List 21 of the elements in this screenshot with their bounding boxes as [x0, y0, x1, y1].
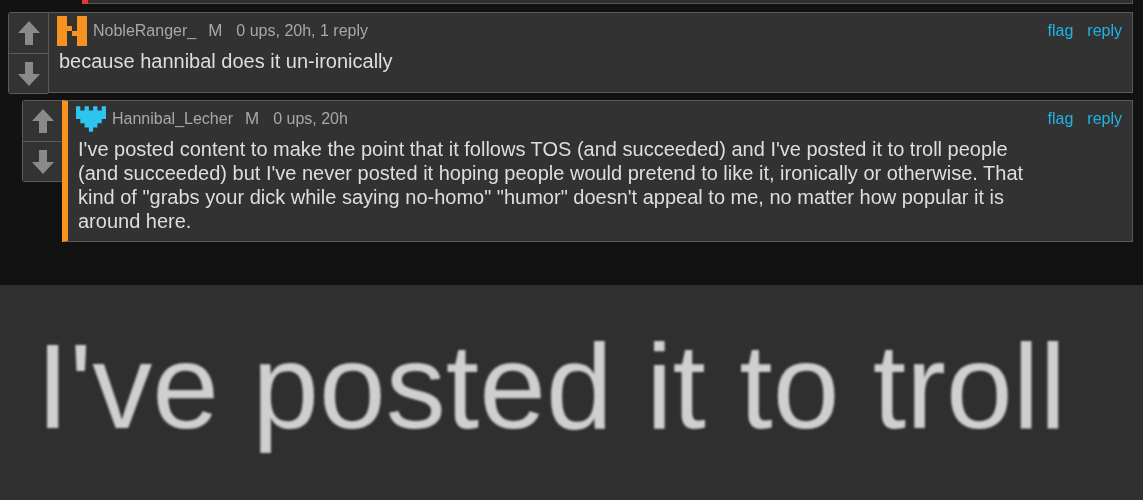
flag-link[interactable]: flag — [1047, 110, 1074, 128]
flag-link[interactable]: flag — [1047, 22, 1074, 40]
comment-text: I've posted content to make the point that it follows TOS (and succeeded) and I've posted it to troll people (and succeeded) but I've never posted it hoping people would pretend to like it, ironically or otherwise. That kind of "grabs your dick while saying no-homo" "humor" doesn't appeal to me, no matter how popular it is around here. — [78, 137, 1025, 233]
reply-link[interactable]: reply — [1087, 22, 1122, 40]
up-arrow-icon — [16, 20, 41, 46]
comment-meta: 0 ups, 20h, 1 reply — [236, 22, 368, 40]
downvote-button[interactable] — [9, 53, 48, 93]
username[interactable]: Hannibal_Lecher — [112, 110, 233, 128]
gender-label: M — [245, 109, 260, 129]
down-arrow-icon — [30, 148, 55, 175]
comment-meta: 0 ups, 20h — [273, 110, 348, 128]
username[interactable]: NobleRanger_ — [93, 22, 197, 40]
avatar-icon — [57, 16, 87, 46]
up-arrow-icon — [30, 108, 55, 134]
avatar-icon — [76, 105, 106, 133]
zoomed-text: I've posted it to troll — [36, 321, 1067, 451]
reply-link[interactable]: reply — [1087, 110, 1122, 128]
gender-label: M — [208, 21, 223, 41]
down-arrow-icon — [16, 60, 41, 87]
downvote-button[interactable] — [23, 141, 62, 181]
comment-text: because hannibal does it un-ironically — [59, 49, 394, 73]
